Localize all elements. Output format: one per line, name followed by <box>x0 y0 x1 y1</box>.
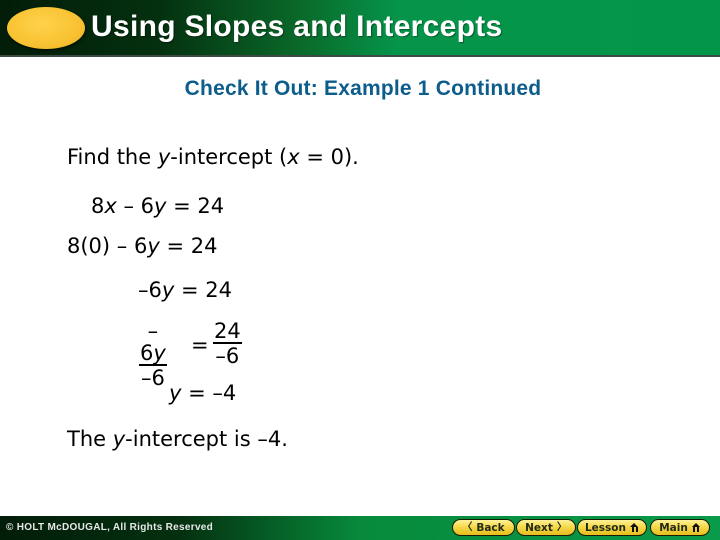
eq1-var-x: x <box>104 194 117 218</box>
eq1-part: = 24 <box>166 194 225 218</box>
left-fraction: –6y –6 <box>139 320 167 390</box>
result-equation: y = –4 <box>169 381 236 405</box>
eq3-var-y: y <box>161 278 175 302</box>
footer-bar: © HOLT McDOUGAL, All Rights Reserved 〈 B… <box>0 516 720 540</box>
next-button[interactable]: Next 〉 <box>516 519 576 536</box>
left-denominator: –6 <box>140 366 165 390</box>
back-label: Back <box>476 521 505 534</box>
yellow-oval-logo <box>7 7 85 49</box>
page-title: Using Slopes and Intercepts <box>91 10 503 43</box>
home-icon <box>630 523 639 532</box>
left-num-var: y <box>153 341 166 365</box>
home-icon <box>691 523 701 532</box>
eq1-part: – 6 <box>116 194 155 218</box>
equation-step-2: 8(0) – 6y = 24 <box>67 234 217 258</box>
main-button[interactable]: Main <box>650 519 710 536</box>
conclusion-post: -intercept is –4. <box>125 427 288 451</box>
chevron-right-icon: 〉 <box>556 521 567 533</box>
fraction-equals: = <box>191 333 209 357</box>
result-rest: = –4 <box>181 381 237 405</box>
intro-post: = 0). <box>299 145 359 169</box>
result-var-y: y <box>169 381 182 405</box>
left-numerator: –6y <box>139 320 167 366</box>
lesson-button[interactable]: Lesson <box>577 519 647 536</box>
equation-step-1: 8x – 6y = 24 <box>91 194 224 218</box>
next-label: Next <box>525 521 553 534</box>
chevron-left-icon: 〈 <box>462 521 473 533</box>
eq1-part: 8 <box>91 194 105 218</box>
back-button[interactable]: 〈 Back <box>452 519 515 536</box>
lesson-label: Lesson <box>584 521 626 534</box>
intro-var-y: y <box>157 145 171 169</box>
conclusion-var-y: y <box>112 427 126 451</box>
conclusion-text: The y-intercept is –4. <box>67 427 288 451</box>
intro-mid: -intercept ( <box>170 145 288 169</box>
copyright-text: © HOLT McDOUGAL, All Rights Reserved <box>6 522 214 533</box>
intro-var-x: x <box>287 145 300 169</box>
eq1-var-y: y <box>154 194 167 218</box>
header-bar: Using Slopes and Intercepts <box>0 0 720 57</box>
section-subtitle: Check It Out: Example 1 Continued <box>184 77 542 100</box>
eq3-part: = 24 <box>174 278 232 302</box>
conclusion-pre: The <box>67 427 113 451</box>
eq2-part: = 24 <box>159 234 218 258</box>
eq2-part: 8(0) – 6 <box>67 234 148 258</box>
eq2-var-y: y <box>147 234 160 258</box>
right-fraction: 24 –6 <box>213 320 242 368</box>
right-denominator: –6 <box>215 344 240 368</box>
intro-text: Find the y-intercept (x = 0). <box>67 145 359 169</box>
main-label: Main <box>659 521 688 534</box>
equation-step-3: –6y = 24 <box>138 278 232 302</box>
intro-pre: Find the <box>67 145 158 169</box>
eq3-part: –6 <box>138 278 162 302</box>
right-numerator: 24 <box>213 319 242 344</box>
